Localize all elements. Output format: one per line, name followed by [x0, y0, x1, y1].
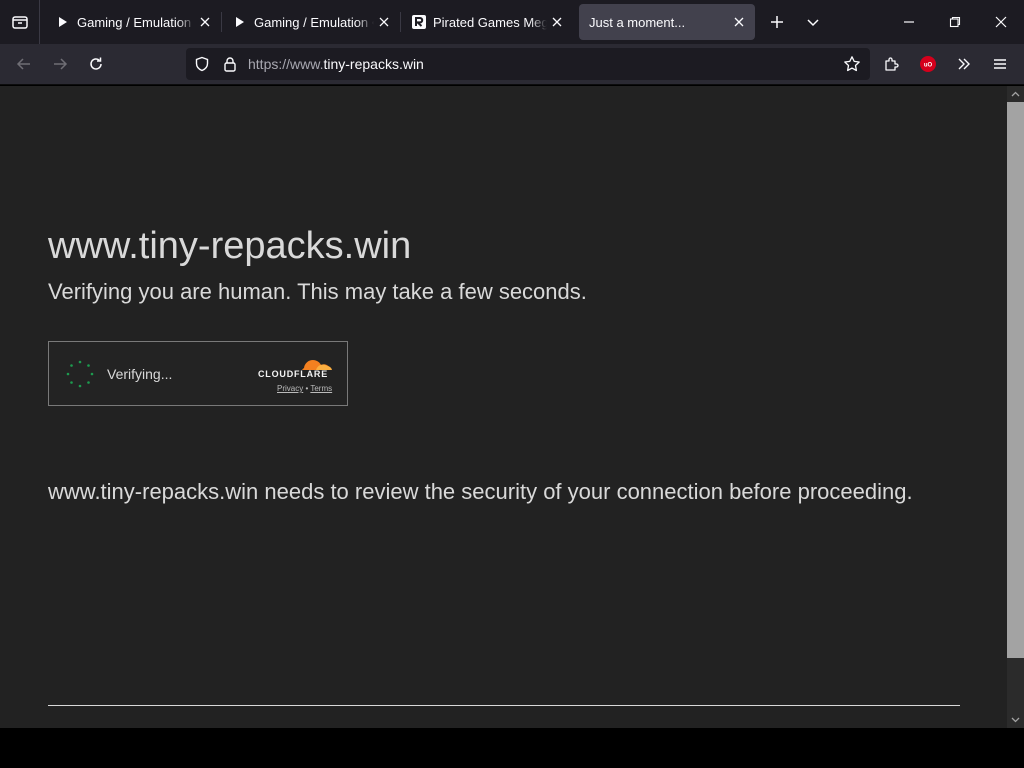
- close-tab-icon[interactable]: [549, 14, 565, 30]
- tab-strip: Gaming / Emulation • FMHY Gaming / Emula…: [0, 0, 1024, 44]
- tab-just-a-moment[interactable]: Just a moment...: [579, 4, 755, 40]
- double-chevron-right-icon: [958, 58, 970, 70]
- close-tab-icon[interactable]: [197, 14, 213, 30]
- tab-pirated-games[interactable]: Pirated Games Mega Thread: [401, 4, 573, 40]
- tab-title: Pirated Games Mega Thread: [433, 14, 547, 30]
- new-tab-button[interactable]: [759, 4, 795, 40]
- url-text[interactable]: https://www.tiny-repacks.win: [248, 56, 424, 72]
- plus-icon: [771, 16, 783, 28]
- url-host: tiny-repacks.win: [323, 56, 424, 72]
- star-icon: [844, 56, 860, 72]
- page-subtitle: Verifying you are human. This may take a…: [48, 279, 587, 304]
- scroll-up-arrow-icon[interactable]: [1007, 86, 1024, 102]
- vertical-scrollbar[interactable]: [1007, 86, 1024, 728]
- restore-button[interactable]: [932, 0, 978, 44]
- loading-spinner-icon: [66, 360, 94, 388]
- cloudflare-brand: CLOUDFLARE: [258, 369, 328, 379]
- forward-button[interactable]: [42, 48, 78, 80]
- restore-icon: [949, 16, 961, 28]
- verifying-status: Verifying...: [107, 366, 173, 382]
- tab-title: Gaming / Emulation • FMHY: [77, 14, 195, 30]
- back-button[interactable]: [6, 48, 42, 80]
- reload-button[interactable]: [78, 48, 114, 80]
- arrow-left-icon: [16, 58, 30, 70]
- puzzle-icon: [885, 57, 899, 71]
- tab-title: Gaming / Emulation • FMHY: [254, 14, 374, 30]
- app-menu-button[interactable]: [982, 48, 1018, 80]
- hamburger-menu-icon: [994, 59, 1006, 69]
- link-separator: •: [305, 384, 309, 393]
- extensions-button[interactable]: [874, 48, 910, 80]
- window-close-button[interactable]: [978, 0, 1024, 44]
- privacy-link[interactable]: Privacy: [277, 384, 303, 393]
- firefox-view-icon: [11, 16, 28, 29]
- svg-text:uO: uO: [924, 62, 933, 68]
- ublock-origin-button[interactable]: uO: [910, 48, 946, 80]
- scrollbar-thumb[interactable]: [1007, 102, 1024, 658]
- security-message: www.tiny-repacks.win needs to review the…: [48, 479, 913, 504]
- tab-gaming-emulation-1[interactable]: Gaming / Emulation • FMHY: [45, 4, 221, 40]
- play-icon: [55, 14, 71, 30]
- url-bar[interactable]: https://www.tiny-repacks.win: [186, 48, 870, 80]
- tab-title: Just a moment...: [589, 14, 686, 30]
- scroll-down-arrow-icon[interactable]: [1007, 712, 1024, 728]
- ublock-origin-icon: uO: [920, 56, 936, 72]
- tab-gaming-emulation-2[interactable]: Gaming / Emulation • FMHY: [222, 4, 400, 40]
- minimize-button[interactable]: [886, 0, 932, 44]
- url-scheme: https://www.: [248, 56, 324, 72]
- play-icon: [232, 14, 248, 30]
- page-content: www.tiny-repacks.win Verifying you are h…: [0, 86, 1007, 728]
- minimize-icon: [904, 21, 914, 23]
- taskbar-strip: [0, 728, 1024, 768]
- footer-divider: [48, 705, 960, 706]
- close-tab-icon[interactable]: [376, 14, 392, 30]
- r-logo-icon: [411, 14, 427, 30]
- firefox-view-button[interactable]: [0, 0, 40, 44]
- cloudflare-challenge-widget[interactable]: Verifying... CLOUDFLARE Privacy • Terms: [48, 341, 348, 406]
- bookmark-star-button[interactable]: [838, 48, 866, 80]
- tracking-protection-shield-icon[interactable]: [188, 48, 216, 80]
- list-all-tabs-button[interactable]: [795, 4, 831, 40]
- tab-list: Gaming / Emulation • FMHY Gaming / Emula…: [40, 0, 755, 44]
- lock-icon[interactable]: [216, 48, 244, 80]
- navigation-toolbar: https://www.tiny-repacks.win uO: [0, 44, 1024, 85]
- arrow-right-icon: [54, 58, 68, 70]
- close-tab-icon[interactable]: [731, 14, 747, 30]
- terms-link[interactable]: Terms: [310, 384, 332, 393]
- cloudflare-links: Privacy • Terms: [277, 384, 332, 393]
- reload-icon: [90, 57, 102, 70]
- chevron-down-icon: [807, 19, 819, 27]
- close-icon: [995, 16, 1007, 28]
- overflow-menu-button[interactable]: [946, 48, 982, 80]
- page-title: www.tiny-repacks.win: [48, 225, 412, 267]
